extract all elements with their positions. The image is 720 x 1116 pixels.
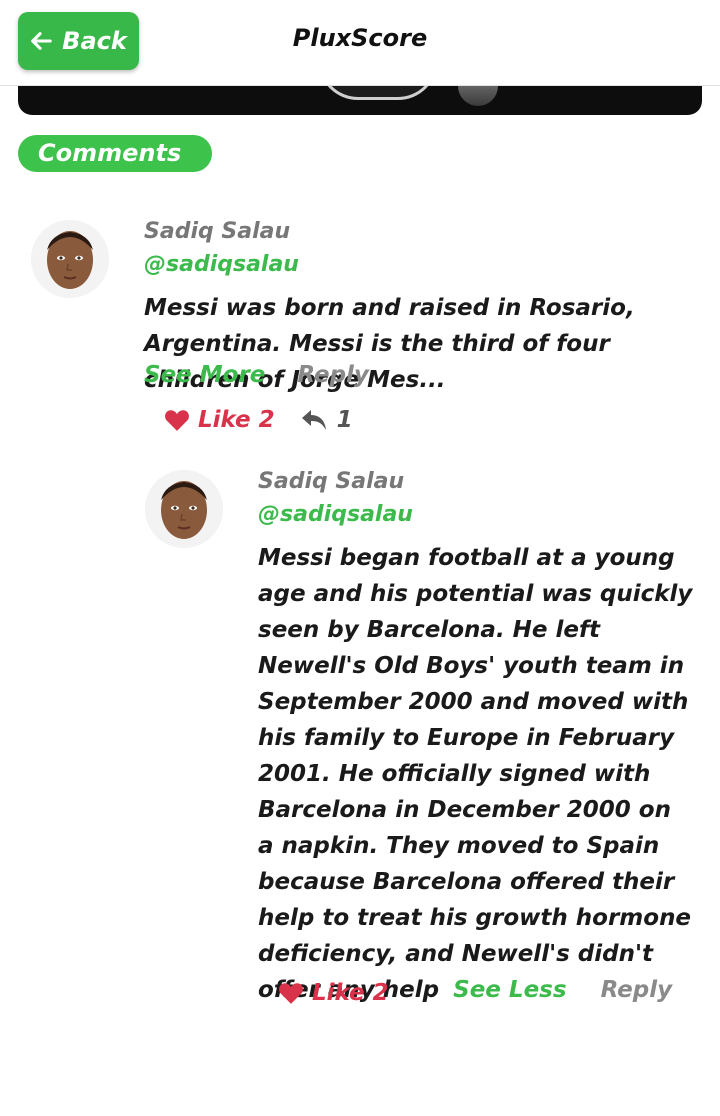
user-avatar-icon (31, 220, 109, 298)
like-label: Like 2 (312, 980, 389, 1006)
comment-actions: See More Reply (144, 362, 369, 388)
avatar[interactable] (145, 470, 223, 548)
comment-handle[interactable]: @sadiqsalau (144, 252, 299, 277)
comment-reactions: Like 2 (278, 980, 389, 1006)
reply-button[interactable]: Reply (601, 977, 673, 1003)
see-more-link[interactable]: See More (144, 362, 265, 388)
heart-icon (165, 410, 189, 431)
app-header: Back PluxScore (0, 0, 720, 86)
user-avatar-icon (145, 470, 223, 548)
like-button[interactable]: Like 2 (164, 407, 275, 433)
replies-toggle[interactable]: 1 (301, 407, 353, 433)
comment-author[interactable]: Sadiq Salau (144, 219, 290, 244)
avatar[interactable] (31, 220, 109, 298)
reply-count: 1 (336, 407, 353, 433)
heart-icon (279, 983, 303, 1004)
reply-button[interactable]: Reply (297, 362, 369, 388)
comment-body: Messi began football at a young age and … (258, 540, 694, 1008)
like-button[interactable]: Like 2 (278, 980, 389, 1006)
comment-text: Messi began football at a young age and … (258, 545, 693, 1003)
comment-author[interactable]: Sadiq Salau (258, 469, 404, 494)
reply-icon (301, 410, 326, 430)
comments-count-badge: Comments (2) (18, 135, 212, 203)
comment-reactions: Like 2 1 (164, 407, 353, 433)
comment-handle[interactable]: @sadiqsalau (258, 502, 413, 527)
page-title: PluxScore (292, 24, 428, 52)
see-less-link[interactable]: See Less (453, 977, 566, 1003)
like-label: Like 2 (198, 407, 275, 433)
